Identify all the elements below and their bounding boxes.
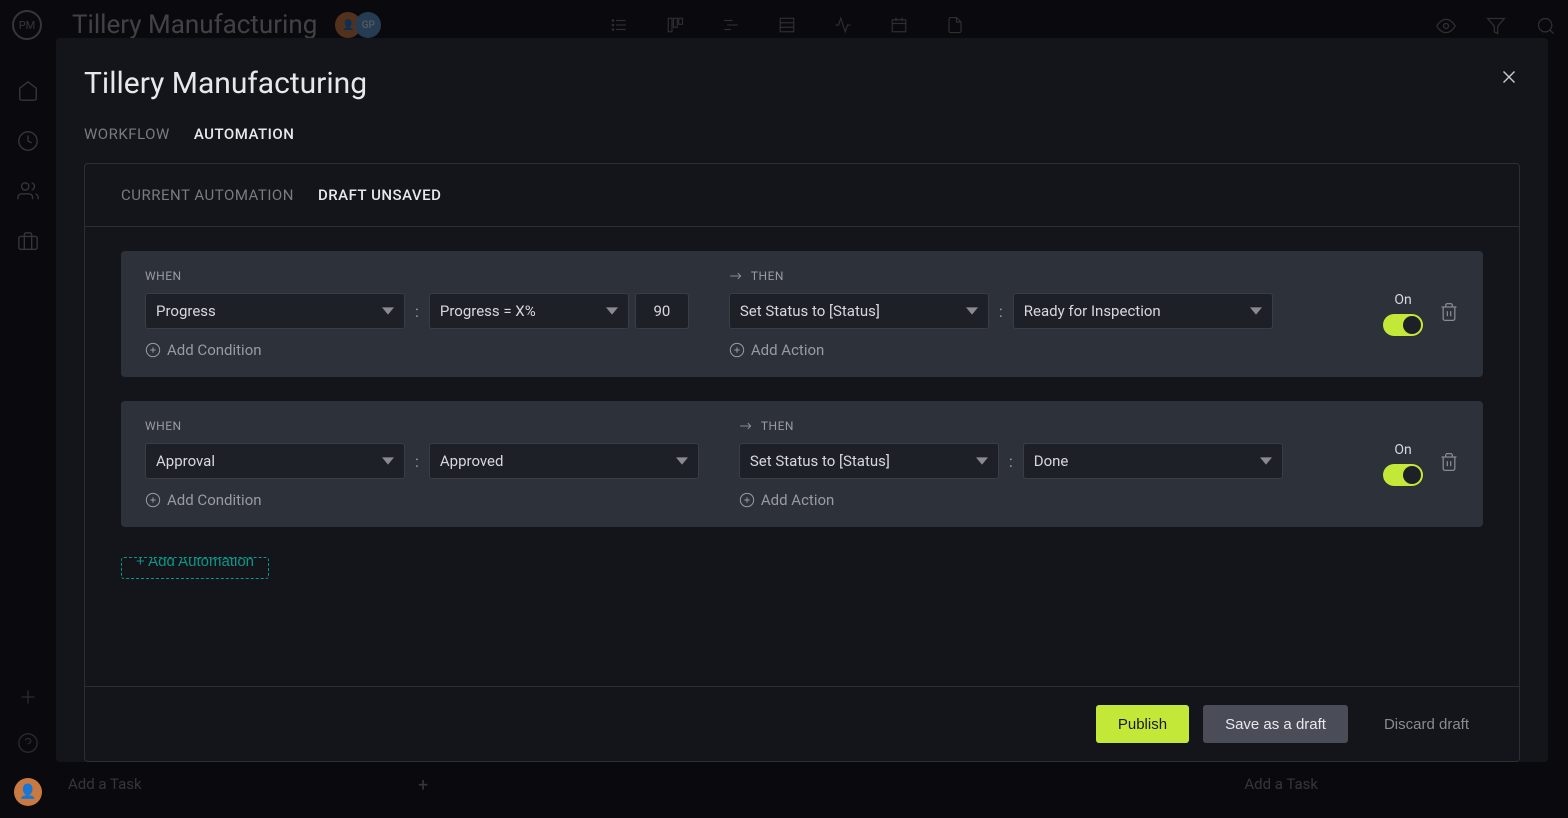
plus-circle-icon xyxy=(729,342,745,358)
trigger-field-select[interactable]: Approval xyxy=(145,443,405,479)
bg-add-task-right: Add a Task xyxy=(1244,775,1318,793)
trigger-field-select[interactable]: Progress xyxy=(145,293,405,329)
add-action-button[interactable]: Add Action xyxy=(729,341,1289,359)
trigger-value-input[interactable]: 90 xyxy=(635,293,689,329)
automation-rule: WHEN Progress : Progress = X% 90 xyxy=(121,251,1483,377)
publish-button[interactable]: Publish xyxy=(1096,705,1189,743)
action-value-select[interactable]: Done xyxy=(1023,443,1283,479)
chevron-down-icon xyxy=(976,455,988,467)
list-icon[interactable] xyxy=(610,16,628,34)
subtab-draft-unsaved[interactable]: DRAFT UNSAVED xyxy=(318,186,441,204)
action-field-select[interactable]: Set Status to [Status] xyxy=(729,293,989,329)
close-icon xyxy=(1498,66,1520,88)
trigger-op-select[interactable]: Progress = X% xyxy=(429,293,629,329)
plus-circle-icon xyxy=(145,492,161,508)
activity-icon[interactable] xyxy=(834,16,852,34)
eye-icon[interactable] xyxy=(1436,16,1456,36)
board-icon[interactable] xyxy=(666,16,684,34)
trigger-op-select[interactable]: Approved xyxy=(429,443,699,479)
trash-icon xyxy=(1439,452,1459,472)
rule-enabled-toggle[interactable] xyxy=(1383,464,1423,486)
chevron-down-icon xyxy=(606,305,618,317)
clock-icon[interactable] xyxy=(17,130,39,152)
chevron-down-icon xyxy=(1260,455,1272,467)
toggle-label: On xyxy=(1394,442,1411,458)
colon-separator: : xyxy=(995,302,1007,321)
plus-circle-icon xyxy=(739,492,755,508)
chevron-down-icon xyxy=(1250,305,1262,317)
colon-separator: : xyxy=(411,452,423,471)
sheet-icon[interactable] xyxy=(778,16,796,34)
plus-circle-icon xyxy=(145,342,161,358)
bg-page-title: Tillery Manufacturing xyxy=(72,10,317,40)
when-label: WHEN xyxy=(145,419,699,433)
search-icon[interactable] xyxy=(1536,16,1556,36)
close-button[interactable] xyxy=(1498,66,1520,92)
plus-icon[interactable] xyxy=(17,686,39,708)
colon-separator: : xyxy=(1005,452,1017,471)
colon-separator: : xyxy=(411,302,423,321)
modal-title: Tillery Manufacturing xyxy=(84,66,1520,101)
help-icon[interactable] xyxy=(17,732,39,754)
gantt-icon[interactable] xyxy=(722,16,740,34)
home-icon[interactable] xyxy=(17,80,39,102)
calendar-icon[interactable] xyxy=(890,16,908,34)
when-label: WHEN xyxy=(145,269,689,283)
briefcase-icon[interactable] xyxy=(17,230,39,252)
toggle-label: On xyxy=(1394,292,1411,308)
trash-icon xyxy=(1439,302,1459,322)
delete-rule-button[interactable] xyxy=(1439,302,1459,326)
current-user-avatar[interactable]: 👤 xyxy=(14,778,42,806)
app-logo: PM xyxy=(12,10,42,40)
add-condition-button[interactable]: Add Condition xyxy=(145,491,699,509)
save-draft-button[interactable]: Save as a draft xyxy=(1203,705,1348,743)
chevron-down-icon xyxy=(382,305,394,317)
chevron-down-icon xyxy=(966,305,978,317)
arrow-right-icon xyxy=(739,420,753,432)
avatar-user-2: GP xyxy=(355,12,381,38)
action-value-select[interactable]: Ready for Inspection xyxy=(1013,293,1273,329)
tab-workflow[interactable]: WORKFLOW xyxy=(84,125,170,143)
discard-draft-button[interactable]: Discard draft xyxy=(1362,705,1491,743)
automation-modal: Tillery Manufacturing WORKFLOW AUTOMATIO… xyxy=(56,38,1548,762)
chevron-down-icon xyxy=(676,455,688,467)
bg-add-task-left: Add a Task xyxy=(68,775,142,793)
users-icon[interactable] xyxy=(17,180,39,202)
arrow-right-icon xyxy=(729,270,743,282)
file-icon[interactable] xyxy=(946,16,964,34)
add-automation-button[interactable]: + Add Automation xyxy=(121,557,269,579)
then-label: THEN xyxy=(739,419,1299,433)
tab-automation[interactable]: AUTOMATION xyxy=(194,125,295,143)
filter-icon[interactable] xyxy=(1486,16,1506,36)
chevron-down-icon xyxy=(382,455,394,467)
delete-rule-button[interactable] xyxy=(1439,452,1459,476)
bg-add-icon: + xyxy=(418,775,428,796)
automation-rule: WHEN Approval : Approved xyxy=(121,401,1483,527)
subtab-current-automation[interactable]: CURRENT AUTOMATION xyxy=(121,186,294,204)
rule-enabled-toggle[interactable] xyxy=(1383,314,1423,336)
add-condition-button[interactable]: Add Condition xyxy=(145,341,689,359)
action-field-select[interactable]: Set Status to [Status] xyxy=(739,443,999,479)
add-action-button[interactable]: Add Action xyxy=(739,491,1299,509)
then-label: THEN xyxy=(729,269,1289,283)
